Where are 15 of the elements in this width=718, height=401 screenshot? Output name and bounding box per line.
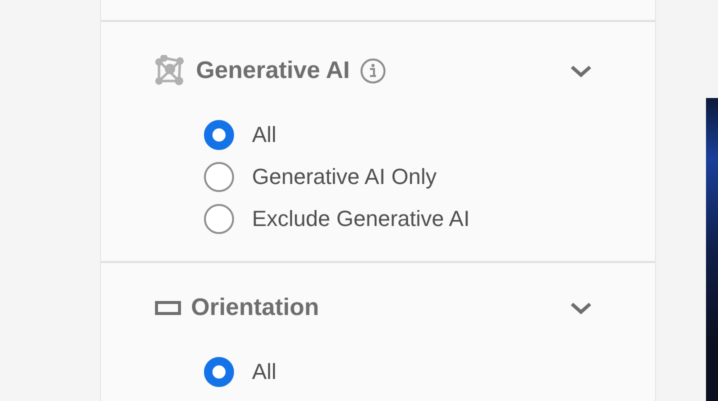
radio-button[interactable]: [204, 204, 234, 234]
rectangle-icon: [155, 300, 181, 316]
radio-button[interactable]: [204, 120, 234, 150]
radio-label: Exclude Generative AI: [252, 206, 470, 232]
filter-title: Generative AI: [196, 57, 350, 85]
radio-label: All: [252, 359, 276, 385]
radio-label: All: [252, 122, 276, 148]
info-icon[interactable]: [360, 58, 386, 84]
chevron-icon[interactable]: [569, 63, 593, 79]
radio-button[interactable]: [204, 356, 234, 388]
radio-button[interactable]: [204, 162, 234, 192]
radio-label: Generative AI Only: [252, 164, 437, 190]
chevron-icon[interactable]: [569, 300, 593, 316]
network-icon: [154, 55, 186, 87]
filter-title: Orientation: [191, 294, 320, 322]
